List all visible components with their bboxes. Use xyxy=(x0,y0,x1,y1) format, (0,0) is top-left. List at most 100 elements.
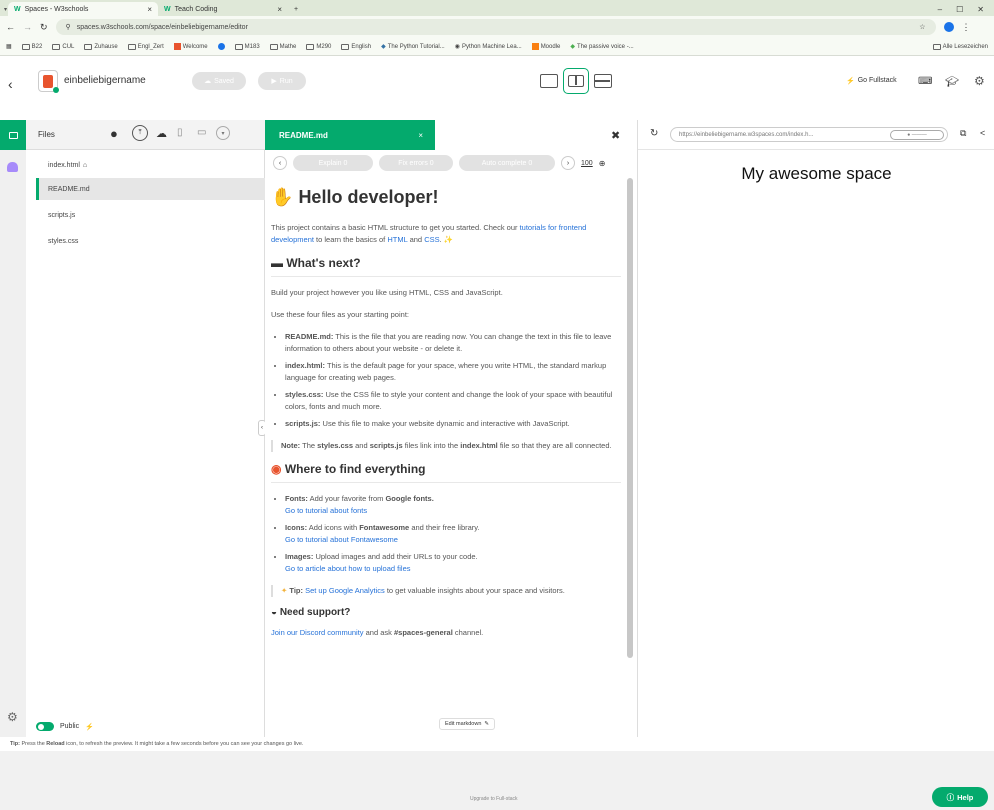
new-folder-icon[interactable]: ▭ xyxy=(197,127,206,138)
bookmark-item[interactable]: B22 xyxy=(21,43,42,50)
upload-files-link[interactable]: Go to article about how to upload files xyxy=(285,564,411,573)
profile-icon[interactable] xyxy=(943,22,954,32)
file-item[interactable]: index.html ⌂ xyxy=(36,154,265,176)
all-bookmarks[interactable]: Alle Lesezeichen xyxy=(932,43,988,50)
preview-url-field[interactable]: https://einbeliebigername.w3spaces.com/i… xyxy=(670,127,948,142)
layout-split-button[interactable] xyxy=(563,68,589,94)
bookmark-item[interactable]: Zuhause xyxy=(84,43,118,50)
help-button[interactable]: ⓘ Help xyxy=(932,787,988,807)
back-icon[interactable]: ‹ xyxy=(8,76,13,92)
back-icon[interactable]: ← xyxy=(6,22,15,32)
new-file-icon[interactable]: ▯ xyxy=(177,127,183,138)
maximize-icon[interactable]: ☐ xyxy=(956,5,963,14)
file-item[interactable]: scripts.js xyxy=(36,204,265,226)
footer-text[interactable]: Upgrade to Full-stack xyxy=(470,796,518,802)
new-tab-button[interactable]: + xyxy=(288,2,308,16)
zoom-in-icon[interactable]: ⊕ xyxy=(599,159,606,168)
go-fullstack-link[interactable]: ⚡ Go Fullstack xyxy=(846,77,897,85)
cloud-check-icon: ☁ xyxy=(204,78,212,85)
preview-panel: ↻ https://einbeliebigername.w3spaces.com… xyxy=(637,120,994,737)
paragraph: Use these four files as your starting po… xyxy=(271,310,409,319)
open-external-icon[interactable]: ⧉ xyxy=(960,128,966,139)
bookmark-item[interactable] xyxy=(217,43,225,50)
upgrade-icon: ⚡ xyxy=(85,723,94,731)
public-toggle[interactable] xyxy=(36,722,54,731)
keyboard-icon[interactable]: ⌨ xyxy=(918,76,932,87)
close-icon[interactable]: × xyxy=(147,5,152,14)
bookmark-star-icon[interactable]: ☆ xyxy=(919,23,925,31)
graduation-cap-icon[interactable]: 🎓︎ xyxy=(945,75,959,88)
bookmark-item[interactable]: Engl_Zert xyxy=(127,43,164,50)
public-label: Public xyxy=(60,723,80,730)
bookmark-item[interactable]: English xyxy=(341,43,371,50)
files-panel: ⚙ Files ● ⤒ ☁ ▯ ▭ ▾ index.html ⌂ README.m… xyxy=(0,120,266,737)
connect-domain-badge[interactable]: ● ——— xyxy=(890,129,944,140)
fix-errors-button[interactable]: Fix errors 0 xyxy=(379,155,453,171)
layout-editor-only-icon[interactable] xyxy=(540,74,558,88)
support-paragraph: Join our Discord community and ask #spac… xyxy=(271,628,484,637)
cloud-upload-icon[interactable]: ☁ xyxy=(156,127,167,140)
saved-button[interactable]: ☁ Saved xyxy=(192,72,246,90)
reload-icon[interactable]: ↻ xyxy=(650,128,658,139)
url-field[interactable]: ⚲ spaces.w3schools.com/space/einbeliebig… xyxy=(55,19,936,35)
chevron-down-icon[interactable]: ▾ xyxy=(216,126,230,140)
database-icon[interactable] xyxy=(7,162,18,172)
site-info-icon[interactable]: ⚲ xyxy=(66,23,71,31)
layout-split-icon xyxy=(568,75,584,87)
upload-icon[interactable]: ⤒ xyxy=(132,125,148,141)
paragraph: Build your project however you like usin… xyxy=(271,288,503,297)
bookmark-item[interactable]: M183 xyxy=(234,43,260,50)
bookmark-item[interactable]: ◉ Python Machine Lea... xyxy=(455,43,522,51)
edit-markdown-button[interactable]: Edit markdown ✎ xyxy=(439,718,495,730)
files-view-button[interactable] xyxy=(0,120,26,150)
run-button[interactable]: ▶ Run xyxy=(258,72,306,90)
bookmark-item[interactable]: Welcome xyxy=(173,43,208,50)
reload-icon[interactable]: ↻ xyxy=(40,22,48,33)
close-icon[interactable]: × xyxy=(418,131,423,140)
chevron-right-icon[interactable]: › xyxy=(561,156,575,170)
browser-tab-teach-coding[interactable]: W Teach Coding × xyxy=(158,2,288,16)
bookmark-item[interactable]: ◆ The passive voice -... xyxy=(570,43,633,51)
file-item[interactable]: styles.css xyxy=(36,230,265,252)
editor-scrollbar[interactable] xyxy=(627,178,633,658)
settings-gear-icon[interactable]: ⚙ xyxy=(974,74,985,88)
bookmark-item[interactable]: Moodle xyxy=(531,43,560,50)
folder-icon xyxy=(234,43,243,50)
forward-icon[interactable]: → xyxy=(23,22,32,32)
editor-panel: README.md × ✖ ‹ Explain 0 Fix errors 0 A… xyxy=(265,120,637,737)
layout-stacked-icon[interactable] xyxy=(594,74,612,88)
share-icon[interactable]: < xyxy=(980,128,985,138)
close-split-icon[interactable]: ✖ xyxy=(611,129,620,142)
bookmark-item[interactable]: Mathe xyxy=(269,43,296,50)
tip-block: ✦ Tip: Set up Google Analytics to get va… xyxy=(271,585,621,597)
bookmark-item[interactable]: ◆ The Python Tutorial... xyxy=(381,43,445,51)
google-analytics-link[interactable]: Set up Google Analytics xyxy=(305,586,385,595)
auto-complete-button[interactable]: Auto complete 0 xyxy=(459,155,555,171)
more-icon[interactable]: ⋮ xyxy=(962,22,971,33)
github-icon[interactable]: ● xyxy=(110,126,118,141)
close-icon[interactable]: × xyxy=(277,5,282,14)
bookmark-item[interactable]: CUL xyxy=(52,43,74,50)
space-avatar[interactable] xyxy=(38,70,59,93)
css-link[interactable]: CSS xyxy=(424,235,439,244)
explain-button[interactable]: Explain 0 xyxy=(293,155,373,171)
browser-tab-spaces[interactable]: W Spaces - W3schools × xyxy=(8,2,158,16)
html-link[interactable]: HTML xyxy=(387,235,407,244)
settings-gear-icon[interactable]: ⚙ xyxy=(7,710,18,724)
public-toggle-row: Public ⚡ xyxy=(36,722,94,731)
bookmark-item[interactable]: M290 xyxy=(306,43,331,50)
apps-icon[interactable]: ▦ xyxy=(6,43,12,50)
chevron-left-icon[interactable]: ‹ xyxy=(273,156,287,170)
zoom-level[interactable]: 100 xyxy=(581,160,593,167)
fontawesome-tutorial-link[interactable]: Go to tutorial about Fontawesome xyxy=(285,535,398,544)
minimize-icon[interactable]: – xyxy=(938,5,942,14)
fonts-tutorial-link[interactable]: Go to tutorial about fonts xyxy=(285,506,367,515)
tab-menu-button[interactable]: ▾ xyxy=(0,2,8,16)
window-close-icon[interactable]: ✕ xyxy=(977,5,984,14)
discord-link[interactable]: Join our Discord community xyxy=(271,628,364,637)
tab-readme[interactable]: README.md × xyxy=(265,120,435,150)
folder-icon xyxy=(8,131,18,139)
laptop-icon: ▬ xyxy=(271,256,283,270)
file-item-selected[interactable]: README.md xyxy=(36,178,265,200)
note-block: Note: The styles.css and scripts.js file… xyxy=(271,440,621,452)
